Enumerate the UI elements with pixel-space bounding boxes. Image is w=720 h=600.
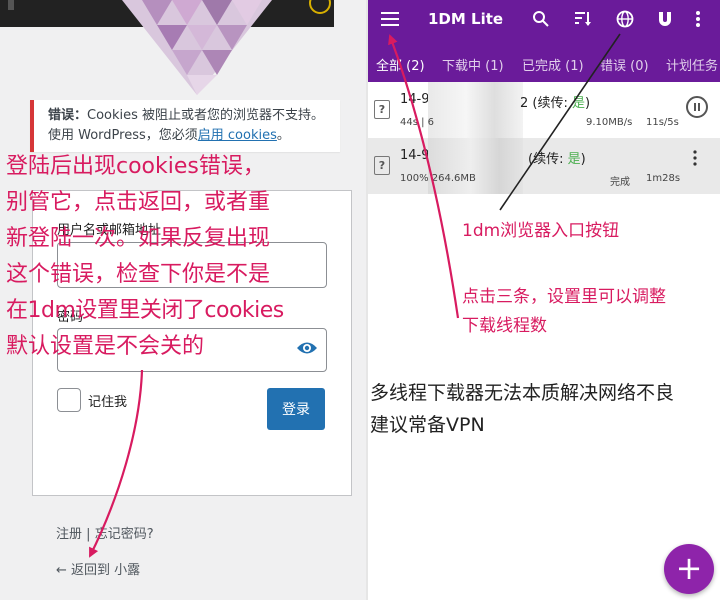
download-progress: 44s | 6 [400, 117, 435, 128]
sort-icon[interactable] [574, 10, 592, 28]
blurred-filename [428, 138, 523, 194]
error-message: Cookies 被阻止或者您的浏览器不支持。 [87, 108, 325, 123]
annotation-line-4: 这个错误，检查下你是不是 [6, 262, 271, 287]
link-separator: | [86, 527, 91, 542]
error-suffix: 。 [276, 128, 290, 143]
register-link[interactable]: 注册 [56, 527, 82, 542]
back-to-site-link[interactable]: ← 返回到 小露 [56, 559, 140, 578]
error-message-2: 使用 WordPress，您必须 [48, 128, 198, 143]
pause-icon[interactable] [686, 96, 708, 118]
error-title: 错误： [48, 108, 88, 123]
remember-me-checkbox[interactable] [57, 388, 81, 412]
file-unknown-icon: ? [374, 100, 390, 119]
refresh-icon[interactable] [309, 0, 331, 14]
tab-scheduled[interactable]: 计划任务 [666, 55, 718, 74]
vpn-note-line-1: 多线程下载器无法本质解决网络不良 [370, 382, 675, 404]
tab-errors[interactable]: 错误 (0) [600, 55, 649, 74]
lost-password-link[interactable]: 忘记密码? [95, 527, 154, 542]
download-status: 完成 [610, 177, 630, 188]
cookie-error-notice: 错误：Cookies 被阻止或者您的浏览器不支持。 使用 WordPress，您… [30, 100, 340, 152]
status-tabs: 全部 (2) 下载中 (1) 已完成 (1) 错误 (0) 计划任务 [368, 40, 720, 121]
enable-cookies-link[interactable]: 启用 cookies [198, 128, 277, 143]
app-bar: 1DM Lite [368, 0, 720, 40]
app-title: 1DM Lite [428, 10, 504, 28]
menu-hint-line-2: 下载线程数 [462, 316, 547, 336]
resume-suffix: ) [585, 96, 591, 111]
login-button[interactable]: 登录 [267, 388, 325, 430]
tab-completed[interactable]: 已完成 (1) [522, 55, 584, 74]
download-row[interactable]: ? 14-9- (续传: 是) 100% 264.6MB 完成 1m28s [368, 138, 720, 194]
login-screenshot-panel: 错误：Cookies 被阻止或者您的浏览器不支持。 使用 WordPress，您… [0, 0, 366, 600]
resume-value: 是 [572, 96, 586, 111]
add-download-button[interactable]: + [664, 544, 714, 594]
annotation-line-1: 登陆后出现cookies错误， [6, 154, 265, 179]
menu-icon[interactable] [380, 11, 400, 27]
annotation-line-3: 新登陆一次。如果反复出现 [6, 226, 271, 251]
browser-button-annotation: 1dm浏览器入口按钮 [462, 221, 620, 241]
app-screenshot-panel: 1DM Lite 全部 (2) 下载中 (1) 已完成 (1) 错误 (0) 计… [368, 0, 720, 600]
file-unknown-icon: ? [374, 156, 390, 175]
annotation-line-5: 在1dm设置里关闭了cookies [6, 298, 284, 323]
browser-globe-icon[interactable] [616, 10, 634, 28]
tab-downloading[interactable]: 下载中 (1) [442, 55, 504, 74]
resume-value: 是 [567, 152, 581, 167]
resume-suffix: ) [580, 152, 586, 167]
magnet-icon[interactable] [656, 10, 674, 28]
download-progress: 100% 264.6MB [400, 173, 476, 184]
download-time: 11s/5s [646, 117, 679, 128]
download-time: 1m28s [646, 173, 681, 184]
search-icon[interactable] [532, 10, 550, 28]
blurred-filename [428, 82, 523, 138]
show-password-icon[interactable] [296, 340, 318, 356]
tab-all[interactable]: 全部 (2) [376, 55, 425, 74]
remember-me-label: 记住我 [88, 395, 128, 410]
site-logo-pixelated [122, 0, 272, 95]
resume-label: 2 (续传: [520, 96, 572, 111]
resume-label: (续传: [528, 152, 568, 167]
annotation-line-2: 别管它，点击返回，或者重 [6, 190, 271, 215]
more-vertical-icon[interactable] [694, 10, 702, 28]
menu-hint-line-1: 点击三条，设置里可以调整 [462, 287, 666, 307]
more-vertical-icon[interactable] [692, 150, 698, 166]
toolbar-fragment [8, 0, 14, 10]
annotation-line-6: 默认设置是不会关的 [6, 334, 205, 359]
download-row[interactable]: ? 14-9- 2 (续传: 是) 44s | 6 9.10MB/s 11s/5… [368, 82, 720, 138]
vpn-note-line-2: 建议常备VPN [370, 414, 485, 436]
download-speed: 9.10MB/s [586, 117, 633, 128]
